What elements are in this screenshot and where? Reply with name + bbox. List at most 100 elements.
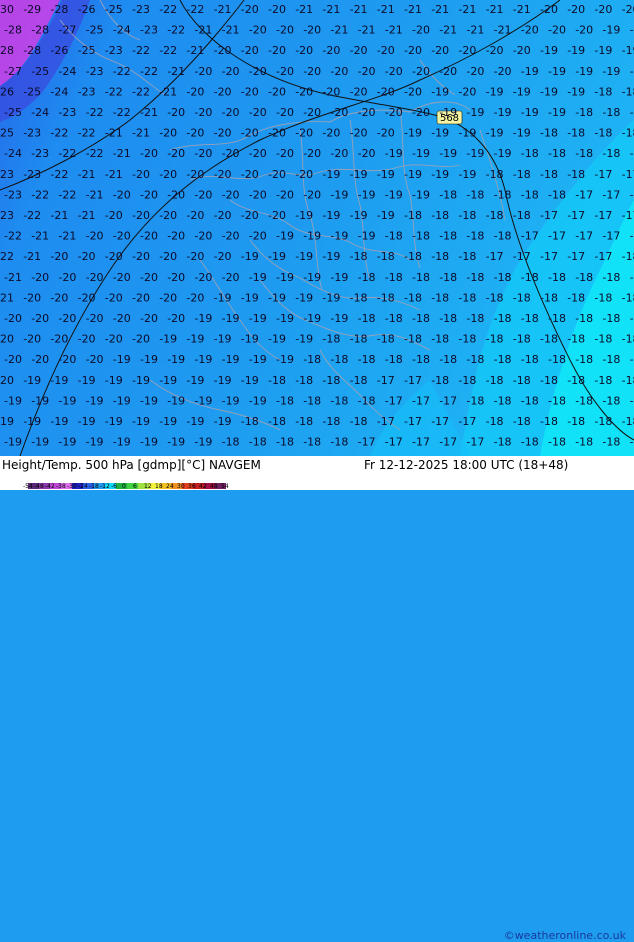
temperature-value: -18 (439, 271, 457, 284)
temperature-value: -19 (540, 44, 558, 57)
temperature-value: -20 (214, 127, 232, 140)
temperature-value: -20 (322, 44, 340, 57)
temperature-value: -20 (377, 44, 395, 57)
temperature-value: -20 (140, 312, 158, 325)
temperature-value: -20 (4, 312, 22, 325)
copyright-text[interactable]: ©weatheronline.co.uk (504, 929, 626, 942)
temperature-value: -20 (105, 209, 123, 222)
temperature-value: -24 (31, 106, 49, 119)
temperature-value: -20 (241, 85, 259, 98)
temperature-value: -20 (548, 24, 566, 37)
temperature-value: -22 (159, 44, 177, 57)
temperature-value: -21 (194, 24, 212, 37)
colorbar-tick-label: 30 (177, 483, 185, 490)
temperature-value: -19 (159, 374, 177, 387)
temperature-value: -20 (358, 147, 376, 160)
temperature-value: -28 (0, 44, 14, 57)
temperature-value: -19 (105, 415, 123, 428)
temperature-value: -20 (113, 188, 131, 201)
temperature-value: -18 (602, 271, 620, 284)
temperature-value: -17 (404, 374, 422, 387)
temperature-value: -25 (4, 106, 22, 119)
temperature-value: -19 (377, 168, 395, 181)
temperature-value: -23 (31, 147, 49, 160)
temperature-value: -18 (540, 168, 558, 181)
temperature-value: -20 (575, 24, 593, 37)
temperature-value: -18 (486, 209, 504, 222)
colorbar-tick-label: -6 (111, 483, 117, 490)
temperature-value: -17 (521, 230, 539, 243)
temperature-value: -19 (594, 44, 612, 57)
temperature-value: -19 (350, 168, 368, 181)
temperature-value: -18 (466, 230, 484, 243)
temperature-value: -18 (630, 312, 634, 325)
temperature-value: -20 (222, 230, 240, 243)
temperature-value: -18 (412, 230, 430, 243)
temperature-value: -20 (222, 106, 240, 119)
temperature-value: -19 (194, 353, 212, 366)
temperature-value: -19 (431, 168, 449, 181)
temperature-value: -20 (249, 106, 267, 119)
temperature-value: -18 (439, 312, 457, 325)
temperature-value: -19 (295, 209, 313, 222)
temperature-value: -17 (412, 436, 430, 449)
temperature-value: -18 (404, 291, 422, 304)
temperature-value: -30 (0, 3, 14, 16)
temperature-value: -20 (86, 353, 104, 366)
temperature-value: -20 (159, 291, 177, 304)
temperature-value: -20 (186, 127, 204, 140)
temperature-value: -21 (458, 3, 476, 16)
temperature-value: -21 (513, 3, 531, 16)
temperature-value: -19 (431, 127, 449, 140)
temperature-value: -19 (358, 230, 376, 243)
temperature-value: -23 (58, 106, 76, 119)
temperature-value: -19 (58, 394, 76, 407)
temperature-value: -19 (404, 168, 422, 181)
temperature-value: -18 (622, 333, 634, 346)
temperature-value: -19 (295, 250, 313, 263)
temperature-value: -19 (602, 24, 620, 37)
temperature-value: -17 (513, 250, 531, 263)
temperature-value: -19 (4, 436, 22, 449)
temperature-value: -20 (249, 188, 267, 201)
temperature-value: -18 (567, 127, 585, 140)
temperature-value: -22 (105, 85, 123, 98)
temperature-value: -18 (575, 353, 593, 366)
temperature-value: -21 (105, 168, 123, 181)
temperature-value: -18 (540, 374, 558, 387)
temperature-value: -19 (159, 415, 177, 428)
temperature-value: -24 (113, 24, 131, 37)
temperature-value: -20 (268, 127, 286, 140)
temperature-value: -20 (295, 44, 313, 57)
temperature-value: -18 (466, 271, 484, 284)
temperature-value: -20 (594, 3, 612, 16)
temperature-value: -20 (385, 65, 403, 78)
temperature-value: -22 (113, 65, 131, 78)
temperature-value: -17 (439, 394, 457, 407)
temperature-value: -20 (276, 188, 294, 201)
colorbar-tick-label: 18 (155, 483, 163, 490)
temperature-value: -17 (594, 168, 612, 181)
temperature-value: -23 (86, 65, 104, 78)
temperature-value: -18 (377, 333, 395, 346)
temperature-value: -20 (276, 65, 294, 78)
temperature-value: -20 (241, 3, 259, 16)
temperature-value: -18 (513, 168, 531, 181)
temperature-value: -21 (322, 3, 340, 16)
temperature-value: -17 (431, 415, 449, 428)
temperature-value: -20 (295, 127, 313, 140)
temperature-value: -20 (194, 230, 212, 243)
temperature-value: -17 (594, 250, 612, 263)
temperature-value: -20 (113, 230, 131, 243)
temperature-value: -20 (540, 3, 558, 16)
temperature-value: -19 (167, 353, 185, 366)
temperature-value: -20 (249, 147, 267, 160)
temperature-value: -17 (622, 168, 634, 181)
temperature-value: -19 (268, 250, 286, 263)
temperature-value: -19 (159, 333, 177, 346)
temperature-value: -18 (494, 271, 512, 284)
temperature-value: -21 (140, 106, 158, 119)
temperature-value: -20 (140, 188, 158, 201)
temperature-value: -17 (630, 188, 634, 201)
temperature-value: -20 (86, 230, 104, 243)
